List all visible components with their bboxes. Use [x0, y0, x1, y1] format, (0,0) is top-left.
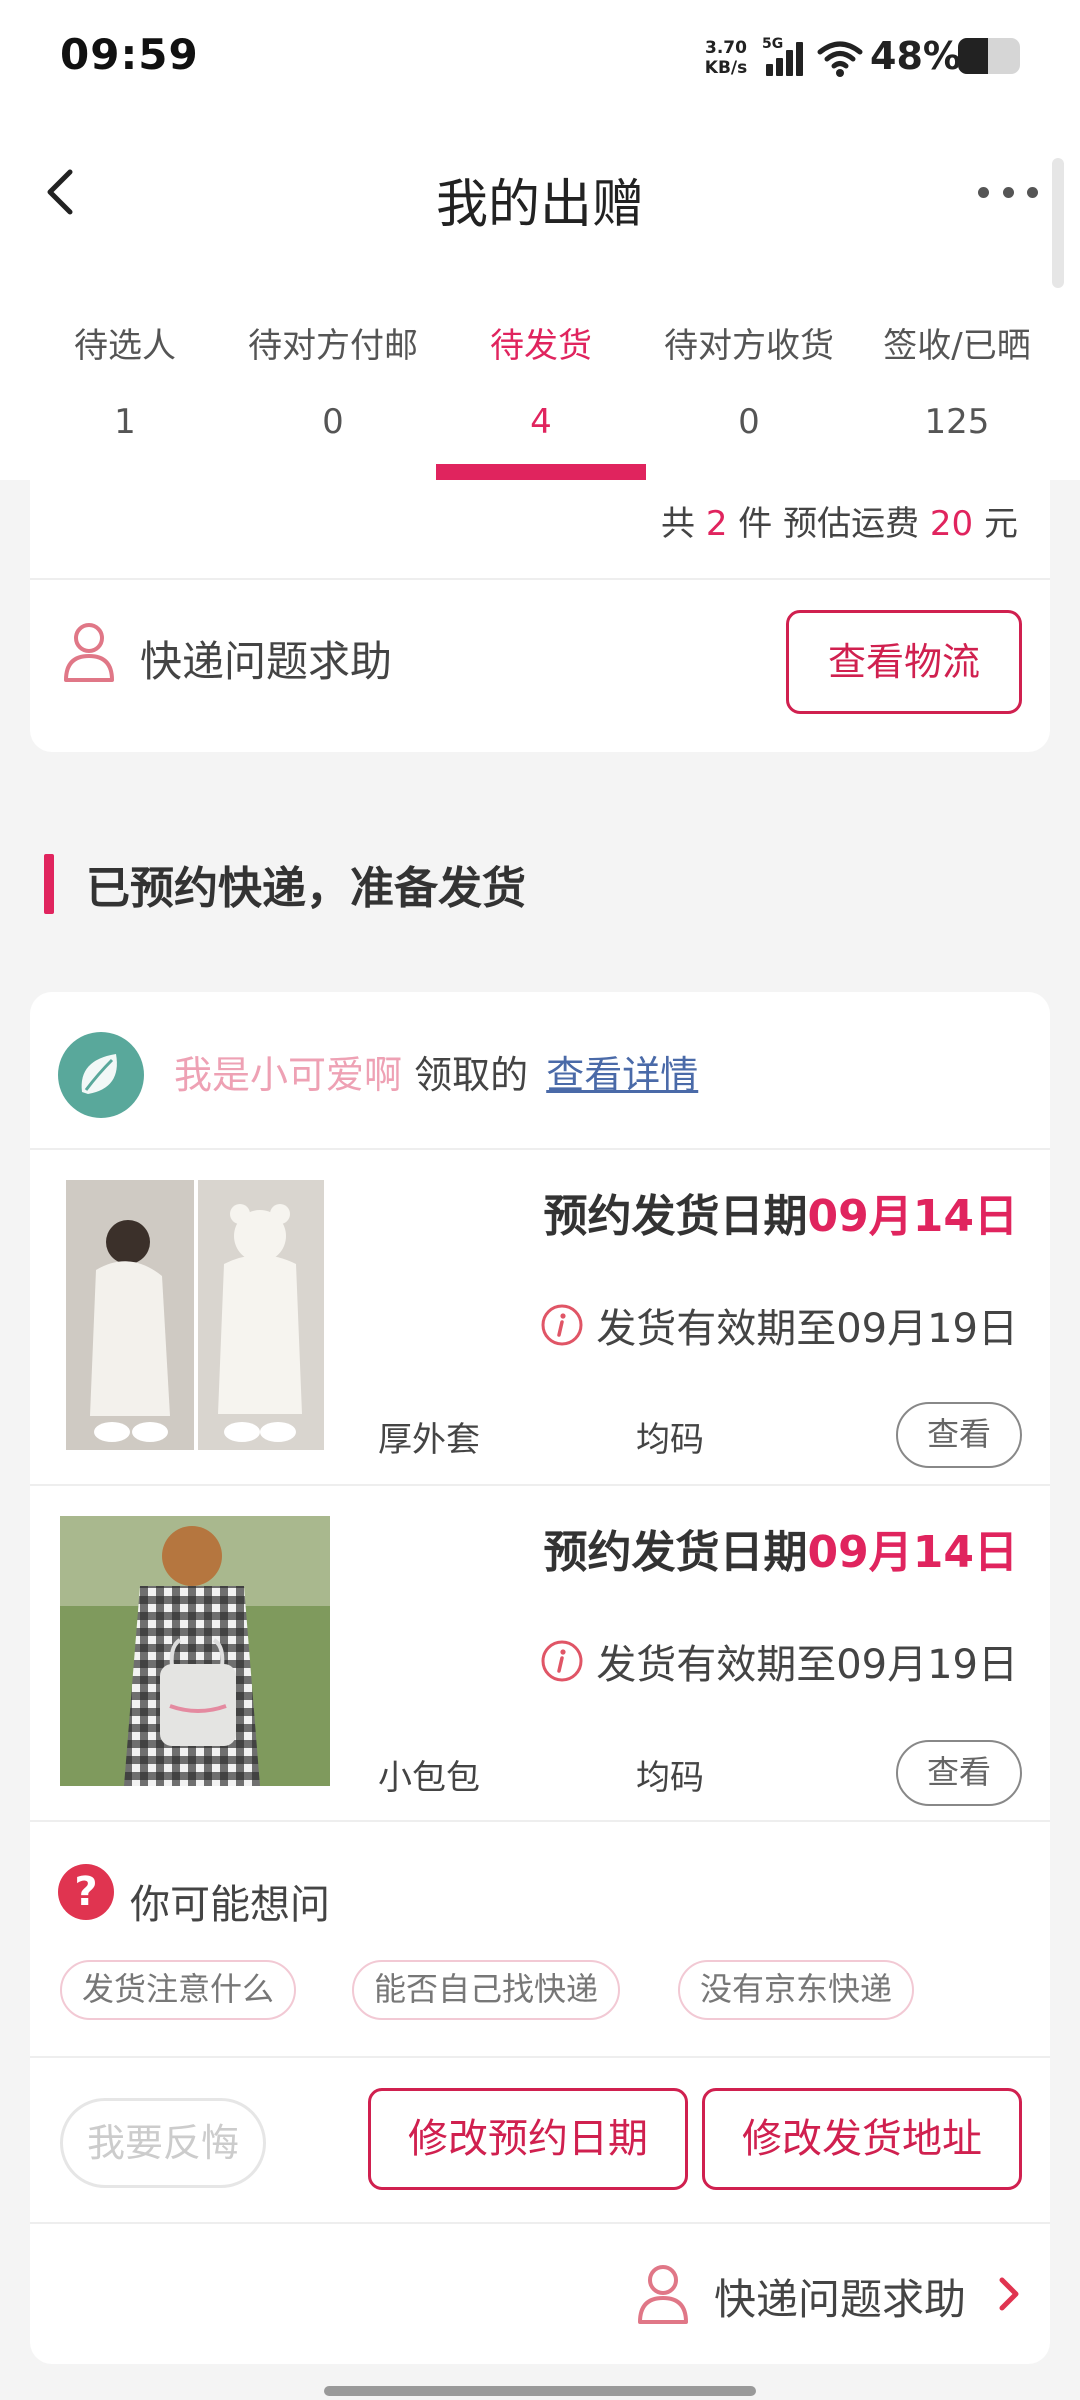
scrollbar-thumb	[1052, 158, 1064, 288]
section-accent-bar	[44, 854, 54, 914]
faq-chip-own-courier[interactable]: 能否自己找快递	[352, 1960, 621, 2020]
divider	[30, 1820, 1050, 1822]
page-title: 我的出赠	[435, 175, 644, 235]
network-speed: 3.70 KB/s	[700, 38, 752, 78]
tab-pending-selection[interactable]: 待选人 1	[20, 290, 230, 480]
tab-awaiting-postage[interactable]: 待对方付邮 0	[228, 290, 438, 480]
divider	[30, 578, 1050, 580]
info-icon	[541, 1640, 583, 1682]
person-icon	[64, 623, 114, 682]
modify-address-button[interactable]: 修改发货地址	[702, 2088, 1022, 2190]
item-size: 均码	[636, 1758, 704, 1798]
section-title: 已预约快递，准备发货	[86, 863, 526, 914]
modify-date-button[interactable]: 修改预约日期	[368, 2088, 688, 2190]
divider	[30, 1148, 1050, 1150]
tab-label: 待发货	[490, 326, 592, 366]
active-tab-indicator	[436, 464, 646, 480]
ship-validity: 发货有效期至09月19日	[540, 1632, 1018, 1690]
tab-count: 125	[924, 402, 990, 442]
regret-button[interactable]: 我要反悔	[60, 2098, 266, 2188]
tab-received-shared[interactable]: 签收/已晒 125	[852, 290, 1062, 480]
question-icon: ?	[58, 1864, 114, 1920]
network-type-label: 5G	[762, 36, 784, 52]
item-image-bag[interactable]	[60, 1516, 330, 1786]
faq-chip-no-jd-express[interactable]: 没有京东快递	[678, 1960, 915, 2020]
faq-title: 你可能想问	[130, 1882, 330, 1928]
cellular-signal-icon: 5G	[762, 36, 806, 76]
tab-awaiting-receipt[interactable]: 待对方收货 0	[644, 290, 854, 480]
item-image-coat[interactable]	[66, 1180, 324, 1450]
divider	[30, 2056, 1050, 2058]
person-icon	[638, 2265, 688, 2324]
status-tabs: 待选人 1 待对方付邮 0 待发货 4 待对方收货 0 签收/已晒 125	[0, 290, 1080, 480]
tab-count: 4	[530, 402, 552, 442]
item-name: 小包包	[378, 1758, 480, 1798]
tab-to-ship[interactable]: 待发货 4	[436, 290, 646, 480]
more-options-icon[interactable]	[978, 180, 1038, 204]
user-avatar[interactable]	[58, 1032, 144, 1118]
leaf-logo-icon	[81, 1054, 117, 1094]
faq-chip-shipping-notes[interactable]: 发货注意什么	[60, 1960, 297, 2020]
wifi-icon	[817, 41, 863, 77]
tab-count: 1	[114, 402, 136, 442]
scheduled-ship-date: 预约发货日期09月14日	[543, 1527, 1018, 1578]
claimant-line: 我是小可爱啊 领取的 查看详情	[174, 1044, 698, 1099]
network-speed-value: 3.70	[705, 38, 747, 58]
tab-count: 0	[738, 402, 760, 442]
view-item-button[interactable]: 查看	[896, 1740, 1022, 1806]
status-time: 09:59	[60, 30, 199, 79]
view-item-button[interactable]: 查看	[896, 1402, 1022, 1468]
view-details-link[interactable]: 查看详情	[546, 1053, 698, 1097]
item-name: 厚外套	[378, 1420, 480, 1460]
scheduled-ship-date: 预约发货日期09月14日	[543, 1191, 1018, 1242]
order-summary: 共 2 件 预估运费 20 元	[661, 504, 1018, 544]
divider	[30, 1484, 1050, 1486]
chevron-right-icon[interactable]	[996, 2272, 1024, 2316]
tab-label: 待对方付邮	[248, 326, 418, 366]
bag-photo	[60, 1516, 330, 1786]
battery-icon	[958, 38, 1020, 74]
network-speed-unit: KB/s	[704, 58, 748, 78]
divider	[30, 2222, 1050, 2224]
ship-validity: 发货有效期至09月19日	[540, 1296, 1018, 1354]
express-help-link[interactable]: 快递问题求助	[714, 2266, 966, 2327]
tab-label: 待对方收货	[664, 326, 834, 366]
claimed-text: 领取的	[414, 1053, 529, 1097]
info-icon	[541, 1304, 583, 1346]
item-size: 均码	[636, 1420, 704, 1460]
tab-count: 0	[322, 402, 344, 442]
home-indicator[interactable]	[324, 2386, 756, 2396]
express-help-label[interactable]: 快递问题求助	[140, 628, 392, 689]
battery-percent: 48%	[870, 34, 961, 78]
tab-label: 签收/已晒	[883, 326, 1031, 366]
coat-photo	[66, 1180, 324, 1450]
tab-label: 待选人	[74, 326, 176, 366]
view-logistics-button[interactable]: 查看物流	[786, 610, 1022, 714]
claimant-name[interactable]: 我是小可爱啊	[174, 1053, 402, 1097]
